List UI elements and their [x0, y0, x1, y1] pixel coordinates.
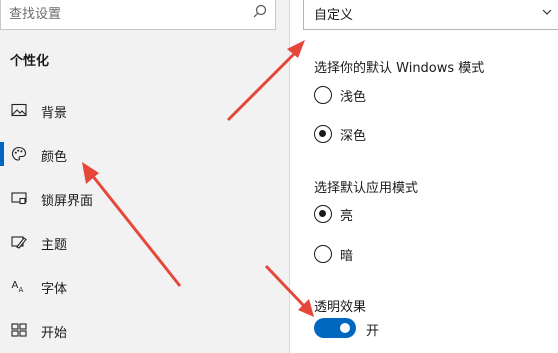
radio-label: 亮 — [340, 209, 354, 224]
sidebar-item-fonts[interactable]: A A 字体 — [0, 266, 289, 306]
svg-text:A: A — [12, 280, 19, 291]
sidebar-item-label: 开始 — [41, 326, 68, 341]
radio-label: 深色 — [340, 129, 367, 144]
panel-divider — [289, 0, 290, 353]
sidebar-item-label: 字体 — [41, 282, 68, 297]
sidebar-item-themes[interactable]: 主题 — [0, 222, 289, 262]
radio-circle[interactable] — [314, 86, 332, 104]
search-input[interactable]: 查找设置 — [9, 3, 61, 22]
toggle-knob — [340, 323, 350, 333]
radio-label: 浅色 — [340, 90, 367, 105]
search-icon[interactable] — [253, 4, 267, 18]
sidebar-item-colors[interactable]: 颜色 — [0, 134, 289, 174]
sidebar-item-start[interactable]: 开始 — [0, 310, 289, 350]
svg-text:A: A — [19, 286, 24, 294]
theme-icon — [11, 236, 27, 249]
lock-screen-icon — [11, 192, 27, 205]
chevron-down-icon — [542, 9, 552, 15]
app-mode-label: 选择默认应用模式 — [314, 181, 419, 196]
sidebar-item-background[interactable]: 背景 — [0, 90, 289, 130]
transparency-toggle[interactable] — [314, 318, 356, 338]
sidebar-item-label: 锁屏界面 — [41, 194, 94, 209]
sidebar-item-label: 颜色 — [41, 150, 68, 165]
palette-icon — [11, 146, 27, 161]
dropdown-value: 自定义 — [314, 8, 354, 23]
sidebar-item-lock-screen[interactable]: 锁屏界面 — [0, 178, 289, 218]
search-box[interactable]: 查找设置 — [0, 0, 276, 30]
font-icon: A A — [12, 280, 24, 294]
start-icon — [11, 323, 27, 337]
sidebar: 查找设置 个性化 背景 颜色 锁屏界面 主题 A A 字体 开始 — [0, 0, 289, 353]
radio-circle[interactable] — [314, 205, 332, 223]
radio-selected-dot — [319, 210, 326, 217]
transparency-label: 透明效果 — [314, 300, 367, 315]
windows-mode-label: 选择你的默认 Windows 模式 — [314, 61, 485, 76]
radio-circle[interactable] — [314, 125, 332, 143]
color-mode-dropdown[interactable]: 自定义 — [303, 0, 558, 30]
picture-icon — [11, 103, 27, 117]
radio-selected-dot — [319, 130, 326, 137]
radio-label: 暗 — [340, 249, 354, 264]
toggle-state-label: 开 — [366, 324, 380, 339]
sidebar-item-label: 背景 — [41, 106, 68, 121]
sidebar-item-label: 主题 — [41, 238, 68, 253]
selection-indicator — [0, 142, 4, 166]
section-title: 个性化 — [10, 54, 50, 69]
radio-circle[interactable] — [314, 245, 332, 263]
